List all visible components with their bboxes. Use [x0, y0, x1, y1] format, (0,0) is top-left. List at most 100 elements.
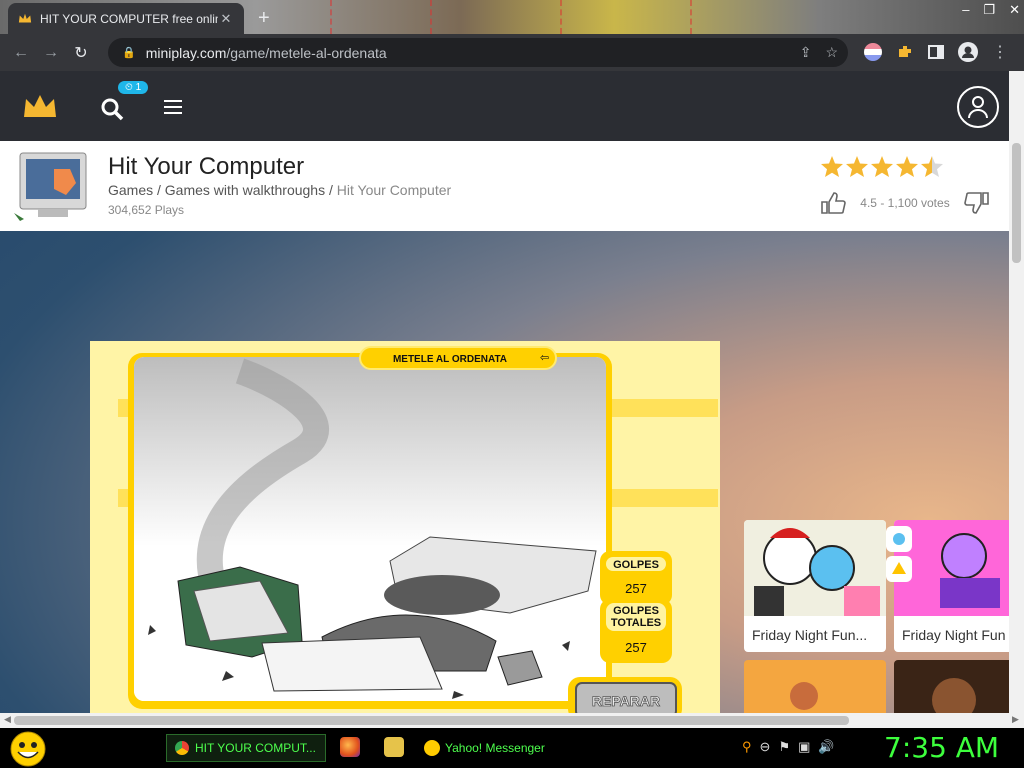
star-icon[interactable]	[895, 155, 919, 179]
network-icon[interactable]: ▣	[798, 739, 810, 755]
golpes-value: 257	[625, 581, 647, 596]
crown-favicon-icon	[18, 13, 32, 22]
page-viewport: ⏲ 1 Hit Your Computer Games / Games with…	[0, 71, 1009, 713]
status-icon[interactable]: ⊖	[760, 739, 771, 755]
menu-icon[interactable]: ⋮	[992, 42, 1008, 62]
breadcrumb-separator: /	[153, 182, 165, 198]
breadcrumb-current: Hit Your Computer	[336, 182, 452, 198]
sidebar-icon[interactable]	[928, 44, 944, 60]
vote-row: 4.5 - 1,100 votes	[820, 191, 990, 215]
share-icon[interactable]: ⇪	[800, 44, 812, 61]
forward-icon[interactable]: →	[36, 44, 66, 62]
share-chip[interactable]	[886, 526, 912, 552]
golpes-label: GOLPES	[613, 559, 659, 571]
wallpaper-scribble	[690, 0, 692, 34]
thumbs-up-icon[interactable]	[820, 191, 846, 215]
tab-close-icon[interactable]: ✕	[218, 11, 234, 27]
thumbs-down-icon[interactable]	[964, 191, 990, 215]
page-title: Hit Your Computer	[108, 153, 305, 180]
reload-icon[interactable]: ↻	[66, 43, 96, 63]
wallpaper-scribble	[560, 0, 562, 34]
rating-summary: 4.5 - 1,100 votes	[860, 196, 950, 210]
notification-badge[interactable]: ⏲ 1	[118, 81, 149, 94]
taskbar-item-yahoo[interactable]: Yahoo! Messenger	[418, 734, 576, 762]
taskbar: HIT YOUR COMPUT... Yahoo! Messenger ⚲ ⊖ …	[0, 728, 1024, 768]
puzzle-icon[interactable]	[896, 43, 914, 61]
scrollbar-thumb[interactable]	[1012, 143, 1021, 263]
star-icon[interactable]	[845, 155, 869, 179]
new-tab-button[interactable]: +	[258, 7, 270, 30]
game-banner: METELE AL ORDENATA	[393, 354, 507, 365]
taskbar-item-label: Yahoo! Messenger	[445, 741, 545, 755]
game-card-title: Friday Night Fun	[902, 627, 1006, 643]
breadcrumb-separator: /	[325, 182, 337, 198]
breadcrumb-games[interactable]: Games	[108, 182, 153, 198]
yahoo-messenger-icon	[424, 740, 440, 756]
extension-icon[interactable]	[864, 43, 882, 61]
folder-icon[interactable]	[384, 737, 404, 757]
play-count: 304,652 Plays	[108, 203, 185, 217]
start-button[interactable]	[8, 731, 48, 767]
golpes-totales-label-1: GOLPES	[613, 605, 659, 617]
search-tray-icon[interactable]: ⚲	[742, 739, 752, 755]
browser-tab-strip: HIT YOUR COMPUTER free online ✕ + – ❐ ✕	[0, 0, 1024, 34]
breadcrumb: Games / Games with walkthroughs / Hit Yo…	[108, 182, 451, 198]
star-rating[interactable]	[820, 155, 944, 179]
browser-toolbar: ← → ↻ 🔒 miniplay.com /game/metele-al-ord…	[0, 34, 1024, 71]
window-close-icon[interactable]: ✕	[1009, 2, 1020, 18]
wallpaper-scribble	[430, 0, 432, 34]
volume-icon[interactable]: 🔊	[818, 739, 834, 755]
url-host: miniplay.com	[145, 44, 227, 61]
site-header: ⏲ 1	[0, 71, 1009, 141]
game-card-fnaf[interactable]	[894, 660, 1009, 713]
game-card[interactable]: Friday Night Fun...	[744, 520, 886, 652]
back-icon[interactable]: ←	[6, 44, 36, 62]
user-icon	[968, 96, 988, 119]
breadcrumb-category[interactable]: Games with walkthroughs	[165, 182, 325, 198]
chrome-icon	[175, 741, 189, 755]
scroll-left-icon[interactable]: ◀	[4, 714, 11, 725]
arrow-icon: ⇦	[540, 351, 549, 364]
crown-logo-icon[interactable]	[22, 93, 58, 121]
vertical-scrollbar[interactable]	[1009, 71, 1024, 713]
browser-tab[interactable]: HIT YOUR COMPUTER free online ✕	[8, 3, 244, 34]
star-icon[interactable]	[870, 155, 894, 179]
wallpaper-scribble	[330, 0, 332, 34]
minimize-icon[interactable]: –	[962, 2, 969, 18]
share-icon	[893, 533, 905, 545]
golpes-totales-value: 257	[625, 640, 647, 655]
hamburger-menu-icon[interactable]	[164, 99, 182, 115]
game-canvas[interactable]: METELE AL ORDENATA ⇦ GOLPES 257 GOLPES T…	[90, 341, 720, 713]
game-thumbnail[interactable]	[14, 151, 90, 221]
account-button[interactable]	[957, 86, 999, 128]
arrow-up-icon	[892, 562, 906, 574]
bookmark-star-icon[interactable]: ☆	[825, 44, 838, 61]
star-icon[interactable]	[820, 155, 844, 179]
horizontal-scrollbar[interactable]: ◀ ▶	[0, 713, 1024, 728]
taskbar-item-chrome[interactable]: HIT YOUR COMPUT...	[166, 734, 326, 762]
scrollbar-thumb[interactable]	[14, 716, 849, 725]
golpes-totales-label-2: TOTALES	[611, 617, 661, 629]
lock-icon[interactable]: 🔒	[122, 46, 136, 59]
profile-icon[interactable]	[958, 42, 978, 62]
search-icon[interactable]	[100, 97, 124, 121]
game-card-subway[interactable]	[744, 660, 886, 713]
firefox-icon[interactable]	[340, 737, 360, 757]
taskbar-item-label: HIT YOUR COMPUT...	[195, 741, 316, 755]
system-tray: ⚲ ⊖ ⚑ ▣ 🔊	[742, 739, 835, 755]
star-icon[interactable]	[920, 155, 944, 179]
up-chip[interactable]	[886, 556, 912, 582]
clock[interactable]: 7:35 AM	[884, 731, 999, 764]
tab-title: HIT YOUR COMPUTER free online	[40, 11, 218, 26]
url-path: /game/metele-al-ordenata	[226, 44, 387, 61]
game-card-title: Friday Night Fun...	[752, 627, 868, 643]
address-bar[interactable]: 🔒 miniplay.com /game/metele-al-ordenata …	[108, 38, 848, 67]
flag-icon[interactable]: ⚑	[778, 739, 790, 755]
scroll-right-icon[interactable]: ▶	[1012, 714, 1019, 725]
game-card-art	[744, 520, 886, 616]
game-info-bar: Hit Your Computer Games / Games with wal…	[0, 141, 1009, 231]
repair-button-label: REPARAR	[592, 693, 660, 709]
window-controls: – ❐ ✕	[962, 0, 1020, 18]
restore-icon[interactable]: ❐	[983, 2, 995, 18]
game-frame[interactable]: METELE AL ORDENATA ⇦ GOLPES 257 GOLPES T…	[90, 341, 720, 713]
